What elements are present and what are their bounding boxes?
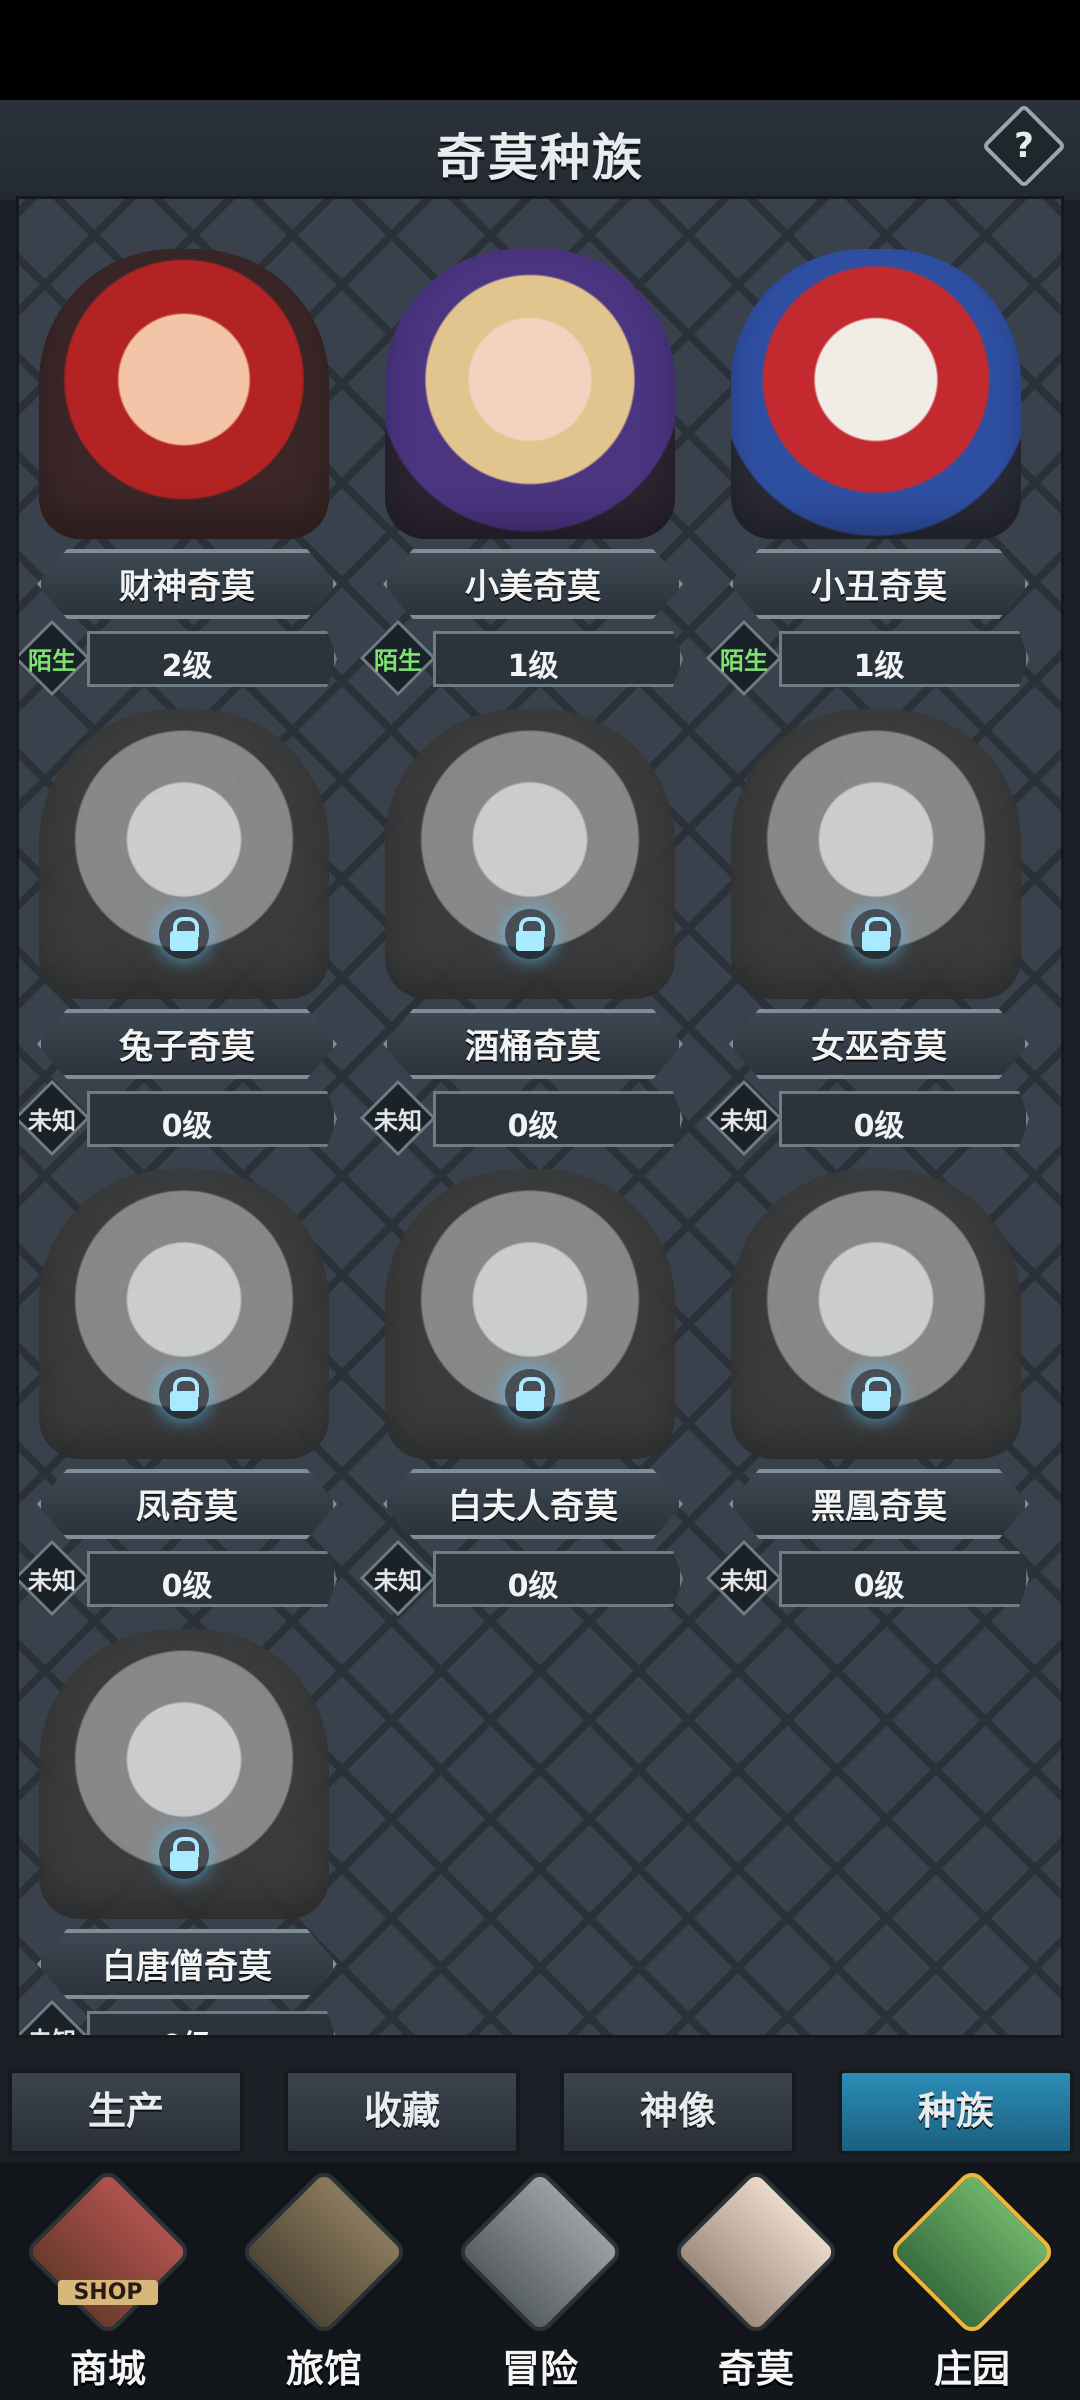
nav-label: 旅馆 <box>285 2347 362 2391</box>
kimo-level: 0级 <box>87 2021 287 2035</box>
status-text: 未知 <box>374 1107 422 1135</box>
nav-kimo[interactable]: 奇莫 <box>648 2162 864 2400</box>
nav-label: 冒险 <box>501 2347 578 2391</box>
nav-shop[interactable]: SHOP 商城 <box>0 2162 216 2400</box>
kimo-level: 0级 <box>853 1109 905 1144</box>
question-icon: ? <box>1014 126 1034 166</box>
tab-collection[interactable]: 收藏 <box>284 2069 520 2155</box>
lock-icon <box>159 909 209 959</box>
nav-label: 商城 <box>69 2347 146 2391</box>
bottom-navigation: SHOP 商城 旅馆 冒险 奇莫 庄园 <box>0 2162 1080 2400</box>
kimo-level: 0级 <box>853 1569 905 1604</box>
status-text: 未知 <box>720 1107 768 1135</box>
kimo-name: 财神奇莫 <box>119 567 255 607</box>
kimo-card[interactable]: 兔子奇莫 未知 0级 <box>19 709 349 1159</box>
status-text: 陌生 <box>28 647 76 675</box>
kimo-card[interactable]: 女巫奇莫 未知 0级 <box>705 709 1041 1159</box>
kimo-name: 白唐僧奇莫 <box>102 1947 272 1987</box>
category-tabs: 生产 收藏 神像 种族 <box>0 2055 1080 2165</box>
page-title: 奇莫种族 <box>436 129 644 187</box>
kimo-card[interactable]: 酒桶奇莫 未知 0级 <box>359 709 695 1159</box>
kimo-name: 小丑奇莫 <box>811 567 947 607</box>
kimo-card[interactable]: 财神奇莫 陌生 2级 <box>19 249 349 699</box>
nav-manor[interactable]: 庄园 <box>864 2162 1080 2400</box>
shop-sign: SHOP <box>58 2280 158 2305</box>
kimo-card[interactable]: 小美奇莫 陌生 1级 <box>359 249 695 699</box>
status-bar <box>0 0 1080 100</box>
status-text: 未知 <box>720 1567 768 1595</box>
kimo-name: 酒桶奇莫 <box>465 1027 601 1067</box>
status-text: 未知 <box>28 1107 76 1135</box>
lock-icon <box>505 1369 555 1419</box>
kimo-name: 黑凰奇莫 <box>811 1487 947 1527</box>
tab-production[interactable]: 生产 <box>8 2069 244 2155</box>
kimo-portrait <box>39 249 329 539</box>
kimo-name: 白夫人奇莫 <box>448 1487 618 1527</box>
crossed-swords-icon <box>455 2167 625 2337</box>
header: 奇莫种族 ? <box>0 100 1080 200</box>
kimo-name: 凤奇莫 <box>136 1487 238 1527</box>
kimo-level: 2级 <box>161 649 213 684</box>
nav-adventure[interactable]: 冒险 <box>432 2162 648 2400</box>
kimo-name: 女巫奇莫 <box>811 1027 947 1067</box>
kimo-level: 0级 <box>507 1109 559 1144</box>
status-text: 未知 <box>19 2021 85 2035</box>
kimo-level: 0级 <box>507 1569 559 1604</box>
kimo-level: 0级 <box>161 1109 213 1144</box>
shop-icon <box>23 2167 193 2337</box>
nav-inn[interactable]: 旅馆 <box>216 2162 432 2400</box>
lock-icon <box>851 909 901 959</box>
kimo-level: 0级 <box>161 1569 213 1604</box>
kimo-card[interactable]: 白唐僧奇莫 未知 0级 <box>19 1629 349 2035</box>
kimo-character-icon <box>671 2167 841 2337</box>
nav-label: 奇莫 <box>717 2347 794 2391</box>
kimo-card[interactable]: 凤奇莫 未知 0级 <box>19 1169 349 1619</box>
kimo-portrait <box>731 249 1021 539</box>
kimo-name: 兔子奇莫 <box>119 1027 255 1067</box>
nav-label: 庄园 <box>933 2347 1010 2391</box>
lock-icon <box>505 909 555 959</box>
kimo-portrait <box>385 249 675 539</box>
status-text: 未知 <box>28 1567 76 1595</box>
tab-statues[interactable]: 神像 <box>560 2069 796 2155</box>
kimo-level: 1级 <box>853 649 905 684</box>
lock-icon <box>159 1369 209 1419</box>
inn-gate-icon <box>239 2167 409 2337</box>
status-text: 陌生 <box>720 647 768 675</box>
kimo-card-grid: 财神奇莫 陌生 2级 小美奇莫 陌生 1级 小丑奇莫 陌生 1级 兔子奇莫 未知… <box>16 196 1064 2038</box>
status-text: 陌生 <box>374 647 422 675</box>
manor-island-icon <box>887 2167 1057 2337</box>
kimo-card[interactable]: 黑凰奇莫 未知 0级 <box>705 1169 1041 1619</box>
kimo-card[interactable]: 白夫人奇莫 未知 0级 <box>359 1169 695 1619</box>
status-text: 未知 <box>374 1567 422 1595</box>
kimo-card[interactable]: 小丑奇莫 陌生 1级 <box>705 249 1041 699</box>
kimo-name: 小美奇莫 <box>465 567 601 607</box>
lock-icon <box>851 1369 901 1419</box>
tab-race[interactable]: 种族 <box>838 2069 1074 2155</box>
lock-icon <box>159 1829 209 1879</box>
kimo-level: 1级 <box>507 649 559 684</box>
